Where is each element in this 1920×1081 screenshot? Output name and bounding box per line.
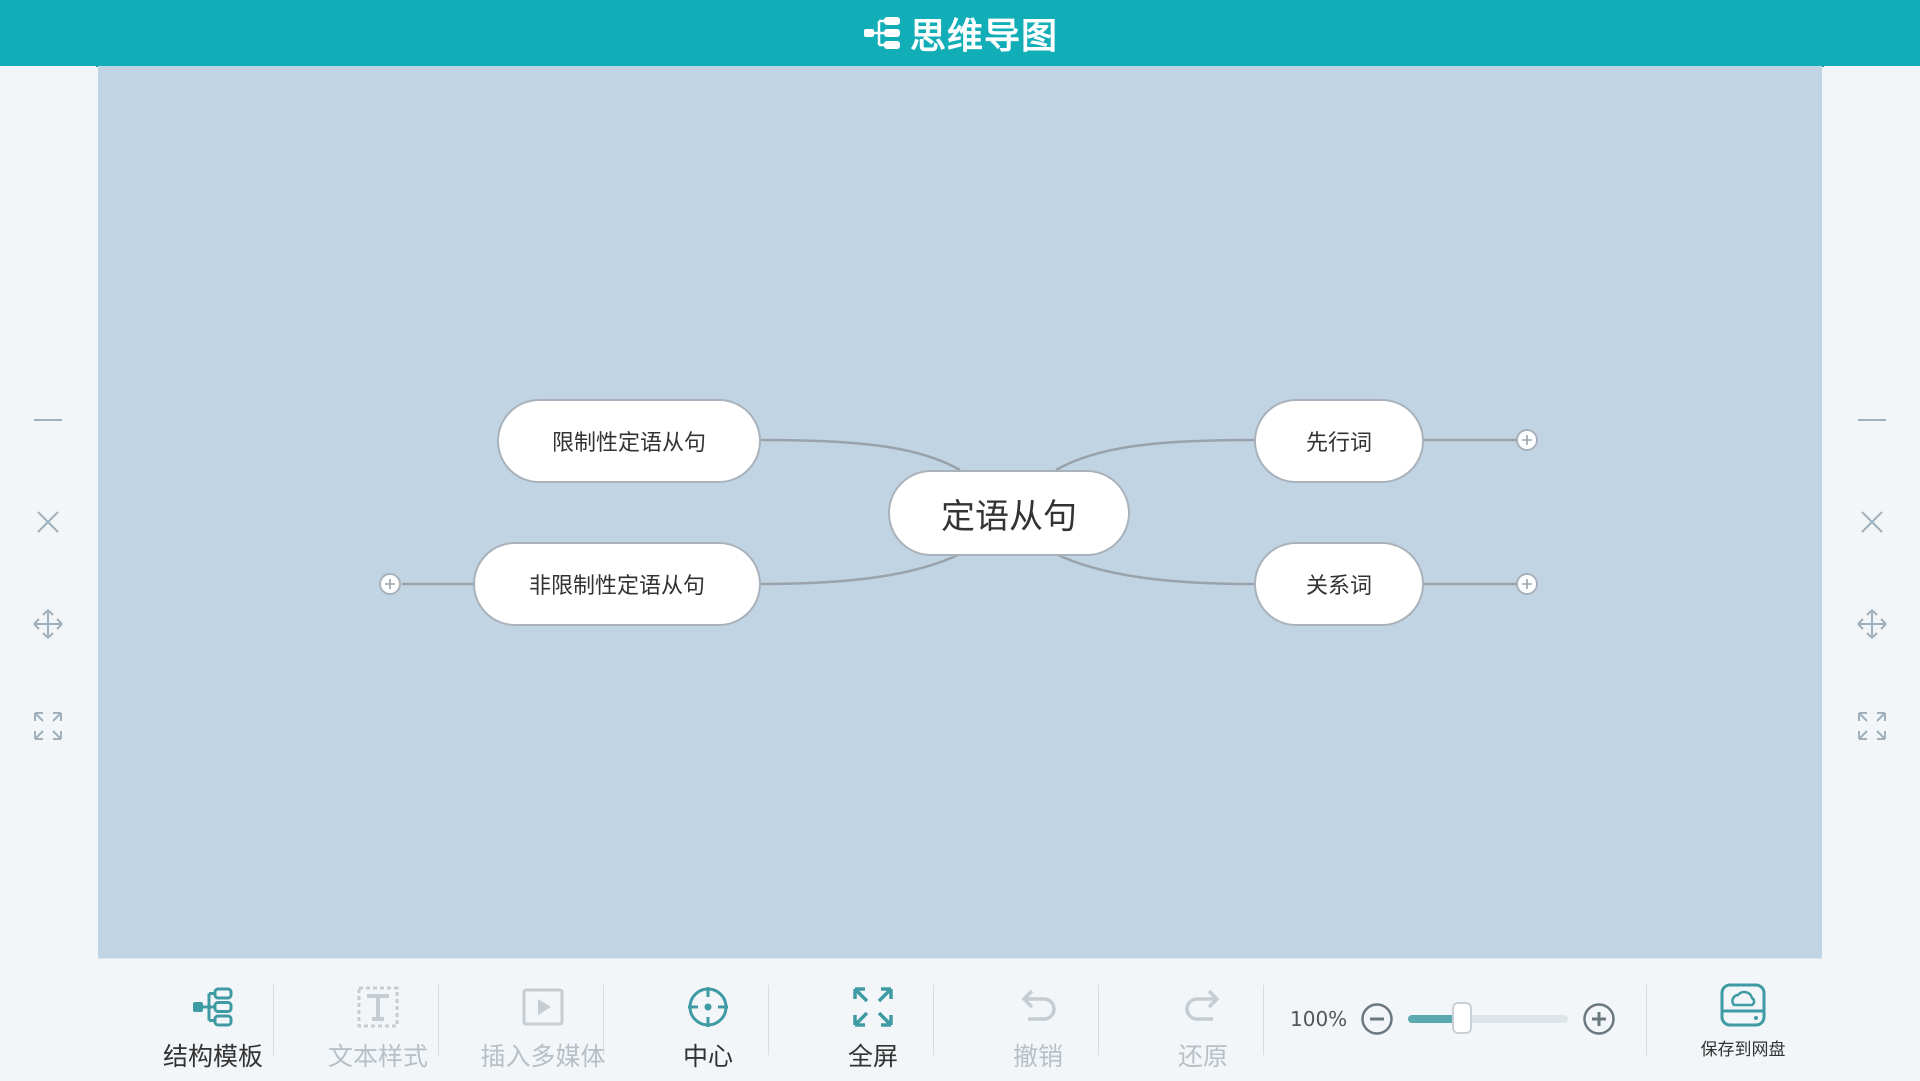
zoom-in-button[interactable] <box>1582 1002 1616 1036</box>
move-icon <box>33 609 63 639</box>
play-media-icon <box>522 988 564 1026</box>
text-style-button[interactable]: 文本样式 <box>303 973 453 1073</box>
crosshair-icon <box>688 987 728 1027</box>
left-side-panel <box>0 66 96 1080</box>
cloud-drive-icon <box>1720 983 1766 1027</box>
move-tool[interactable] <box>24 600 72 648</box>
redo-icon <box>1185 989 1220 1021</box>
central-topic-label: 定语从句 <box>941 496 1077 537</box>
close-tool-right[interactable] <box>1848 498 1896 546</box>
link-antecedent <box>1055 438 1255 472</box>
close-icon <box>37 511 59 533</box>
mindmap-logo-icon <box>863 17 900 49</box>
move-tool-right[interactable] <box>1848 600 1896 648</box>
right-side-panel <box>1824 66 1920 1080</box>
collapse-tool-right[interactable] <box>1848 396 1896 444</box>
central-topic[interactable]: 定语从句 <box>888 470 1130 556</box>
expand-node-button[interactable] <box>1516 573 1538 595</box>
zoom-out-icon <box>1361 1003 1393 1035</box>
expand-icon <box>1858 712 1886 740</box>
topic-label: 限制性定语从句 <box>551 431 706 456</box>
center-button[interactable]: 中心 <box>633 973 783 1073</box>
move-icon <box>1857 609 1887 639</box>
undo-icon <box>1021 989 1056 1021</box>
zoom-slider[interactable] <box>1408 1002 1568 1034</box>
topic-restrictive-clause[interactable]: 限制性定语从句 <box>497 399 761 483</box>
topic-label: 先行词 <box>1305 431 1372 456</box>
header-bar: 思维导图 <box>0 0 1920 67</box>
insert-media-label: 插入多媒体 <box>480 1042 606 1071</box>
expand-icon <box>34 712 62 740</box>
topic-label: 关系词 <box>1305 574 1372 599</box>
insert-media-button[interactable]: 插入多媒体 <box>468 973 618 1073</box>
expand-node-button[interactable] <box>1516 429 1538 451</box>
center-label: 中心 <box>682 1042 733 1071</box>
zoom-out-button[interactable] <box>1360 1002 1394 1036</box>
topic-label: 非限制性定语从句 <box>528 574 705 599</box>
text-style-icon <box>357 986 399 1028</box>
expand-tool-right[interactable] <box>1848 702 1896 750</box>
undo-button[interactable]: 撤销 <box>963 973 1113 1073</box>
plus-icon <box>1522 435 1532 445</box>
app-title: 思维导图 <box>909 16 1058 57</box>
zoom-percent: 100% <box>1290 1007 1348 1031</box>
undo-label: 撤销 <box>1012 1042 1063 1071</box>
fullscreen-icon <box>853 987 893 1027</box>
collapse-tool[interactable] <box>24 396 72 444</box>
redo-label: 还原 <box>1177 1042 1228 1071</box>
fullscreen-button[interactable]: 全屏 <box>798 973 948 1073</box>
save-to-cloud-label: 保存到网盘 <box>1700 1040 1786 1060</box>
save-to-cloud-button[interactable]: 保存到网盘 <box>1678 973 1808 1073</box>
toolbar-divider <box>273 985 274 1055</box>
zoom-slider-thumb[interactable] <box>1452 1002 1473 1034</box>
structure-template-button[interactable]: 结构模板 <box>138 973 288 1073</box>
toolbar-divider <box>1646 985 1647 1055</box>
redo-button[interactable]: 还原 <box>1128 973 1278 1073</box>
structure-tree-icon <box>193 987 233 1027</box>
link-nonrestrictive <box>760 552 961 586</box>
bottom-toolbar: 结构模板 文本样式 插入多媒体 中心 全屏 撤销 还原 100% 保存到网盘 <box>98 958 1822 1081</box>
expand-node-button[interactable] <box>379 573 401 595</box>
topic-antecedent[interactable]: 先行词 <box>1254 399 1424 483</box>
close-icon <box>1861 511 1883 533</box>
expand-tool[interactable] <box>24 702 72 750</box>
toolbar-divider <box>933 985 934 1055</box>
topic-nonrestrictive-clause[interactable]: 非限制性定语从句 <box>473 542 761 626</box>
plus-icon <box>385 579 395 589</box>
fullscreen-label: 全屏 <box>847 1042 898 1071</box>
text-style-label: 文本样式 <box>327 1042 428 1071</box>
link-relative <box>1055 552 1255 586</box>
toolbar-divider <box>1098 985 1099 1055</box>
link-restrictive <box>760 438 961 472</box>
toolbar-divider <box>768 985 769 1055</box>
topic-relative-word[interactable]: 关系词 <box>1254 542 1424 626</box>
close-tool[interactable] <box>24 498 72 546</box>
zoom-in-icon <box>1583 1003 1615 1035</box>
mindmap-canvas[interactable]: 定语从句 限制性定语从句 非限制性定语从句 先行词 关系词 <box>98 66 1822 958</box>
structure-template-label: 结构模板 <box>162 1042 263 1071</box>
toolbar-divider <box>603 985 604 1055</box>
plus-icon <box>1522 579 1532 589</box>
minus-icon <box>34 419 62 421</box>
toolbar-divider <box>1263 985 1264 1055</box>
minus-icon <box>1858 419 1886 421</box>
app-logo: 思维导图 <box>862 7 1058 59</box>
zoom-control: 100% <box>1290 999 1616 1039</box>
toolbar-divider <box>438 985 439 1055</box>
